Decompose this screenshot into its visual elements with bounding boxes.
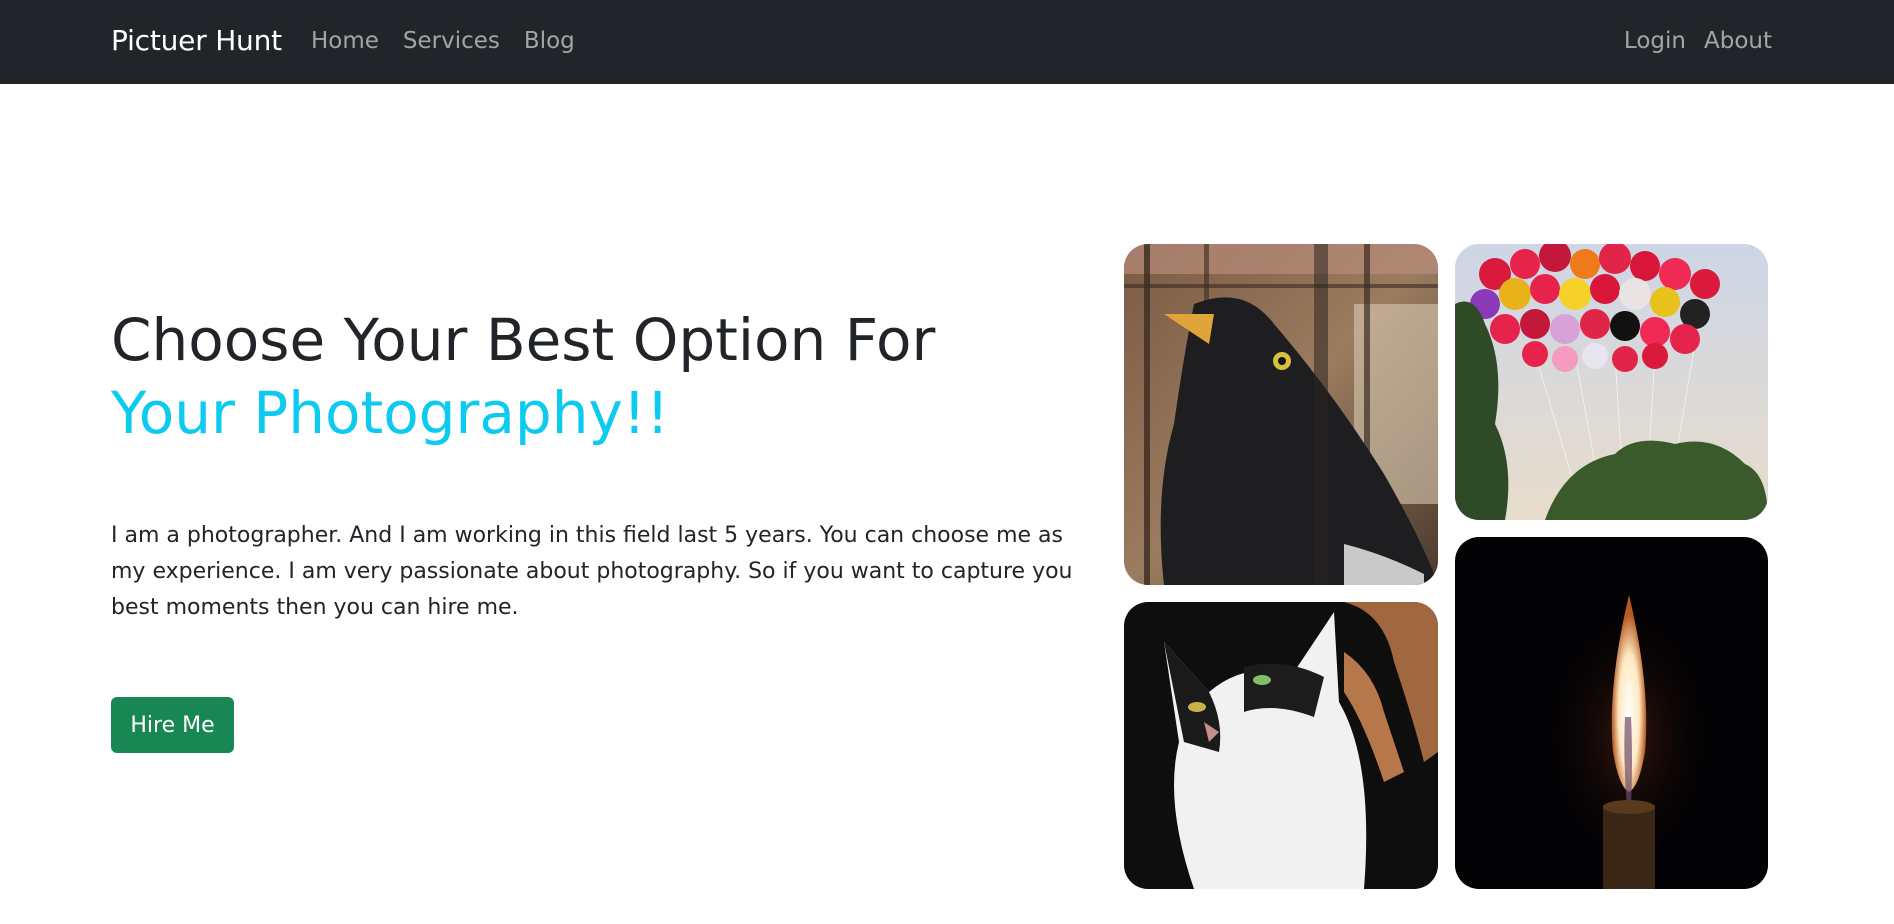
navbar: Pictuer Hunt Home Services Blog Login Ab…	[0, 0, 1894, 84]
candle-photo	[1455, 537, 1768, 889]
brand-logo[interactable]: Pictuer Hunt	[111, 24, 282, 57]
nav-link-blog[interactable]: Blog	[524, 28, 575, 54]
nav-link-about[interactable]: About	[1704, 28, 1772, 54]
nav-link-login[interactable]: Login	[1624, 28, 1686, 54]
nav-left: Home Services Blog	[311, 28, 575, 54]
bird-photo	[1124, 244, 1438, 585]
nav-link-services[interactable]: Services	[403, 28, 500, 54]
hire-me-button[interactable]: Hire Me	[111, 697, 234, 753]
hero-title: Choose Your Best Option For Your Photogr…	[111, 304, 935, 450]
hero-description: I am a photographer. And I am working in…	[111, 523, 1073, 620]
nav-right: Login About	[1624, 28, 1772, 54]
hero-title-line1: Choose Your Best Option For	[111, 306, 936, 374]
hero-title-accent: Your Photography!!	[111, 379, 670, 447]
balloons-photo	[1455, 244, 1768, 520]
cat-photo	[1124, 602, 1438, 889]
nav-link-home[interactable]: Home	[311, 28, 379, 54]
